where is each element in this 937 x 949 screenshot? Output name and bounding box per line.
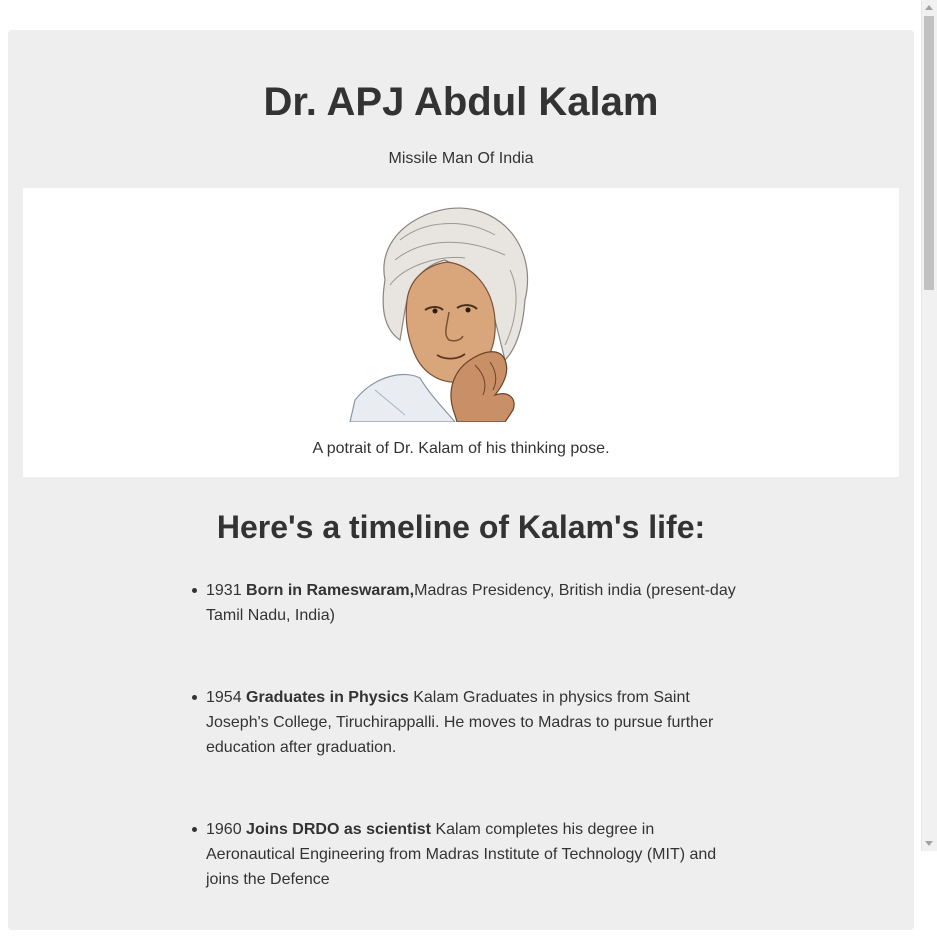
vertical-scrollbar[interactable] [921,0,937,851]
timeline-year: 1960 [206,821,242,838]
image-card: A potrait of Dr. Kalam of his thinking p… [23,188,899,477]
timeline-list: 1931 Born in Rameswaram,Madras Presidenc… [192,578,746,949]
scrollbar-thumb[interactable] [924,16,934,290]
main-container: Dr. APJ Abdul Kalam Missile Man Of India [8,30,914,930]
list-item: 1954 Graduates in Physics Kalam Graduate… [192,685,746,760]
portrait-illustration-icon [349,207,529,422]
timeline-title: Graduates in Physics [246,689,409,706]
timeline-title: Joins DRDO as scientist [246,821,431,838]
image-caption: A potrait of Dr. Kalam of his thinking p… [312,440,610,457]
list-item: 1960 Joins DRDO as scientist Kalam compl… [192,817,746,892]
scroll-down-icon[interactable] [925,841,933,846]
timeline-year: 1954 [206,689,242,706]
timeline-title: Born in Rameswaram, [246,582,415,599]
scroll-up-icon[interactable] [925,5,933,10]
page-title: Dr. APJ Abdul Kalam [263,80,659,124]
list-item: 1931 Born in Rameswaram,Madras Presidenc… [192,578,746,628]
timeline-year: 1931 [206,582,242,599]
page-subtitle: Missile Man Of India [388,150,534,167]
timeline-heading: Here's a timeline of Kalam's life: [216,509,706,545]
